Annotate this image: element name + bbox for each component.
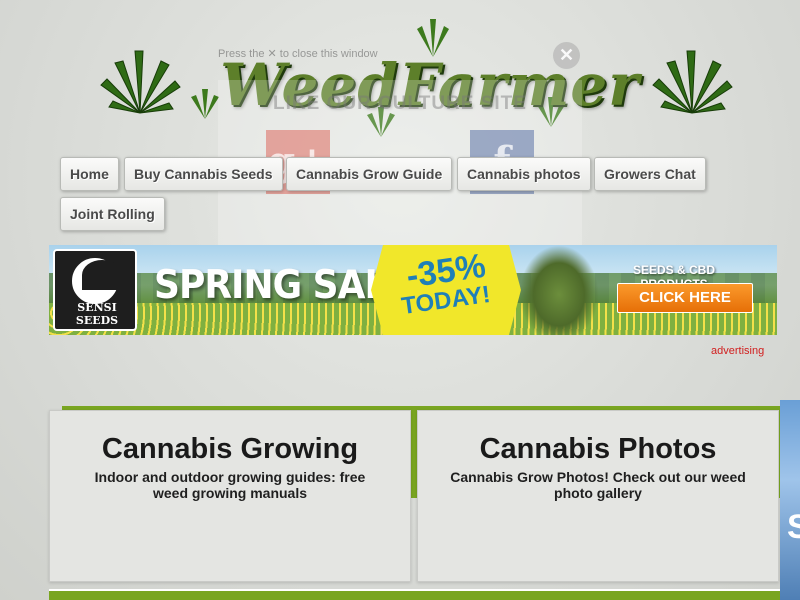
nav-item-buy-seeds[interactable]: Buy Cannabis Seeds	[124, 157, 283, 191]
nav-item-home[interactable]: Home	[60, 157, 119, 191]
cannabis-leaf-icon	[100, 50, 181, 114]
bottom-accent-strip	[49, 589, 780, 600]
nav-item-grow-guide[interactable]: Cannabis Grow Guide	[286, 157, 453, 191]
card-title[interactable]: Cannabis Photos	[418, 433, 778, 466]
cannabis-growing-card[interactable]: Cannabis Growing Indoor and outdoor grow…	[49, 410, 411, 582]
sensi-seeds-banner[interactable]: SENSI SEEDS SPRING SALE -35% TODAY! SEED…	[49, 245, 777, 335]
card-title[interactable]: Cannabis Growing	[50, 433, 410, 466]
cannabis-photos-card[interactable]: Cannabis Photos Cannabis Grow Photos! Ch…	[417, 410, 779, 582]
sensi-seeds-logo: SENSI SEEDS	[53, 249, 137, 331]
card-description: Cannabis Grow Photos! Check out our weed…	[450, 469, 746, 501]
nav-item-joint-rolling[interactable]: Joint Rolling	[60, 197, 165, 231]
nav-item-photos[interactable]: Cannabis photos	[457, 157, 591, 191]
share-popup-note: Press the ✕ to close this window	[218, 48, 378, 60]
click-here-button[interactable]: CLICK HERE	[617, 283, 753, 313]
close-icon[interactable]: ✕	[553, 42, 580, 69]
plant-image	[519, 245, 599, 335]
share-popup-title: LIKE OUR CULTURE SITE	[273, 93, 527, 114]
card-description: Indoor and outdoor growing guides: free …	[94, 469, 366, 501]
logo-portrait-icon	[69, 255, 122, 307]
nav-item-growers-chat[interactable]: Growers Chat	[594, 157, 706, 191]
advertising-link[interactable]: advertising	[711, 345, 764, 357]
side-ad[interactable]	[780, 400, 800, 600]
cannabis-leaf-icon	[652, 50, 733, 114]
side-ad-letter: S	[787, 508, 800, 546]
banner-brand: SENSI SEEDS	[75, 301, 119, 327]
